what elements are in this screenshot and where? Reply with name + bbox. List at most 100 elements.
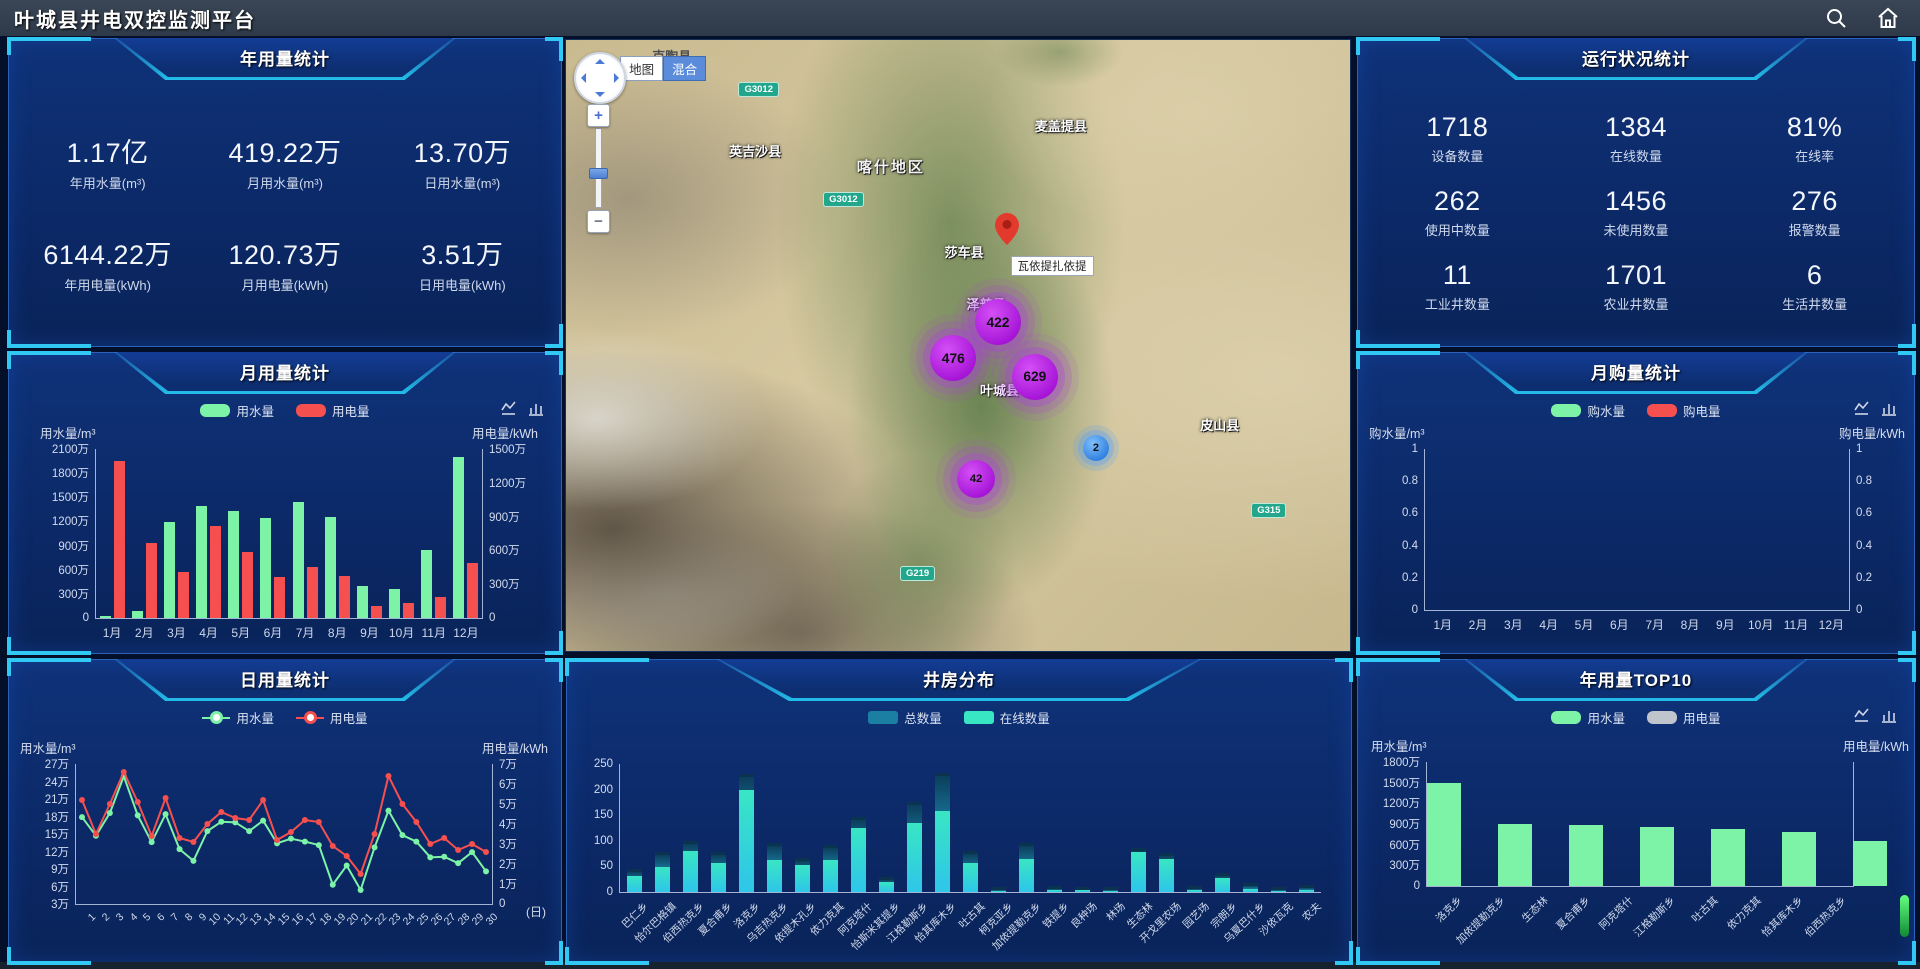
x-axis-label: 10月 xyxy=(1748,616,1773,633)
legend-item[interactable]: 购电量 xyxy=(1647,401,1721,420)
x-axis-label: 9月 xyxy=(1716,616,1735,633)
axis-tick-label: 0 xyxy=(1412,604,1418,616)
axis-tick-label: 900万 xyxy=(58,538,89,554)
satellite-map[interactable]: 克陶县 地图 混合 + − 瓦依提扎依提 英吉沙县喀什地区麦盖提县莎车县泽普县叶… xyxy=(566,40,1350,651)
stacked-bar xyxy=(739,764,754,892)
map-pin-icon[interactable] xyxy=(995,213,1019,245)
bar-group xyxy=(357,449,382,618)
x-axis-label: 2 xyxy=(100,911,113,924)
well-cluster-marker[interactable]: 629 xyxy=(1012,354,1058,400)
legend-item[interactable]: 总数量 xyxy=(868,708,942,727)
axis-tick-label: 600万 xyxy=(1389,837,1420,853)
legend-item[interactable]: 用电量 xyxy=(296,708,368,727)
x-axis-unit: (日) xyxy=(526,903,546,920)
x-axis-label: 5月 xyxy=(1575,616,1594,633)
well-cluster-marker[interactable]: 42 xyxy=(957,460,995,498)
online-bar xyxy=(1299,890,1314,892)
dashboard: 叶城县井电双控监测平台 年用量统计 1.17亿年用水量(m³) 419.22万月… xyxy=(0,0,1920,969)
bar-group xyxy=(879,764,894,892)
bar-chart-toggle-icon[interactable] xyxy=(1881,401,1898,421)
zoom-out-button[interactable]: − xyxy=(587,210,610,233)
axis-tick-label: 300万 xyxy=(1389,857,1420,873)
bar xyxy=(132,611,143,618)
online-bar xyxy=(739,790,754,892)
legend-item[interactable]: 用水量 xyxy=(202,708,274,727)
corner-decor xyxy=(1356,351,1440,369)
online-bar xyxy=(1075,890,1090,892)
legend-item[interactable]: 用水量 xyxy=(1551,708,1625,727)
legend-dot xyxy=(304,711,317,724)
corner-decor xyxy=(7,37,91,55)
x-axis-label: 洛克乡 xyxy=(1433,893,1466,926)
bar-group xyxy=(795,764,810,892)
stacked-bar xyxy=(907,764,922,892)
chart-scrollbar[interactable] xyxy=(1900,895,1909,937)
axis-tick-label: 1 xyxy=(1856,443,1862,455)
corner-decor xyxy=(565,947,649,965)
map-type-button-hybrid[interactable]: 混合 xyxy=(663,56,706,81)
line-chart-toggle-icon[interactable] xyxy=(501,401,518,421)
legend-item[interactable]: 在线数量 xyxy=(964,708,1050,727)
online-bar xyxy=(991,891,1006,892)
map-place-label: 麦盖提县 xyxy=(1035,116,1087,135)
axis-tick-label: 18万 xyxy=(45,809,69,825)
x-axis-label: 伯西热克乡 xyxy=(1801,893,1849,940)
panel-title-decor: 井房分布 xyxy=(716,659,1202,701)
map-pan-control[interactable] xyxy=(574,52,626,104)
legend-label: 用电量 xyxy=(1683,708,1721,727)
stacked-bar xyxy=(1187,764,1202,892)
legend-swatch xyxy=(1647,404,1677,417)
legend-item[interactable]: 用水量 xyxy=(200,401,274,420)
legend-item[interactable]: 购水量 xyxy=(1551,401,1625,420)
panel-daily-usage-chart: 日用量统计 用水量用电量 用水量/m³用电量/kWh27万24万21万18万15… xyxy=(8,659,562,964)
pan-right-icon[interactable] xyxy=(614,73,619,83)
stacked-bar xyxy=(795,764,810,892)
axis-tick-label: 0 xyxy=(489,612,495,624)
axis-tick-label: 50 xyxy=(600,860,613,872)
legend-swatch xyxy=(296,404,326,417)
bar xyxy=(242,552,253,618)
line-chart-toggle-icon[interactable] xyxy=(1854,708,1871,728)
panel-title-decor: 运行状况统计 xyxy=(1464,38,1809,80)
search-icon[interactable] xyxy=(1824,6,1848,30)
x-axis-label: 5 xyxy=(141,911,154,924)
legend-label: 总数量 xyxy=(904,708,942,727)
x-axis-label: 7月 xyxy=(1645,616,1664,633)
x-axis-label: 2月 xyxy=(135,624,154,641)
bar xyxy=(453,457,464,618)
bar-chart-toggle-icon[interactable] xyxy=(528,401,545,421)
bar-chart-toggle-icon[interactable] xyxy=(1881,708,1898,728)
line-chart-toggle-icon[interactable] xyxy=(1854,401,1871,421)
home-icon[interactable] xyxy=(1876,6,1900,30)
bar xyxy=(210,526,221,618)
bar xyxy=(1782,832,1816,886)
x-axis-label: 4 xyxy=(127,911,140,924)
footer-strip xyxy=(0,962,1920,969)
zoom-slider-handle[interactable] xyxy=(589,168,608,179)
bar-group xyxy=(1782,762,1853,886)
well-cluster-marker[interactable]: 2 xyxy=(1083,435,1109,461)
bar-group xyxy=(453,449,478,618)
corner-decor xyxy=(545,941,563,965)
stacked-bar xyxy=(879,764,894,892)
stat-industrial-wells: 11工业井数量 xyxy=(1368,260,1547,313)
bar xyxy=(274,577,285,618)
well-cluster-marker[interactable]: 476 xyxy=(930,335,976,381)
pan-up-icon[interactable] xyxy=(595,59,605,64)
legend-item[interactable]: 用电量 xyxy=(296,401,370,420)
pan-down-icon[interactable] xyxy=(595,92,605,97)
corner-decor xyxy=(7,351,91,369)
well-cluster-marker[interactable]: 422 xyxy=(975,299,1021,345)
legend-label: 购电量 xyxy=(1683,401,1721,420)
map-type-button-map[interactable]: 地图 xyxy=(620,56,663,81)
bar-group xyxy=(627,764,642,892)
bar-group xyxy=(767,764,782,892)
zoom-in-button[interactable]: + xyxy=(587,104,610,127)
x-axis-label: 11月 xyxy=(422,624,446,641)
x-axis-label: 2月 xyxy=(1469,616,1488,633)
bar-group xyxy=(1019,764,1034,892)
bar-group xyxy=(293,449,318,618)
pan-left-icon[interactable] xyxy=(581,73,586,83)
stacked-bar xyxy=(1299,764,1314,892)
legend-item[interactable]: 用电量 xyxy=(1647,708,1721,727)
